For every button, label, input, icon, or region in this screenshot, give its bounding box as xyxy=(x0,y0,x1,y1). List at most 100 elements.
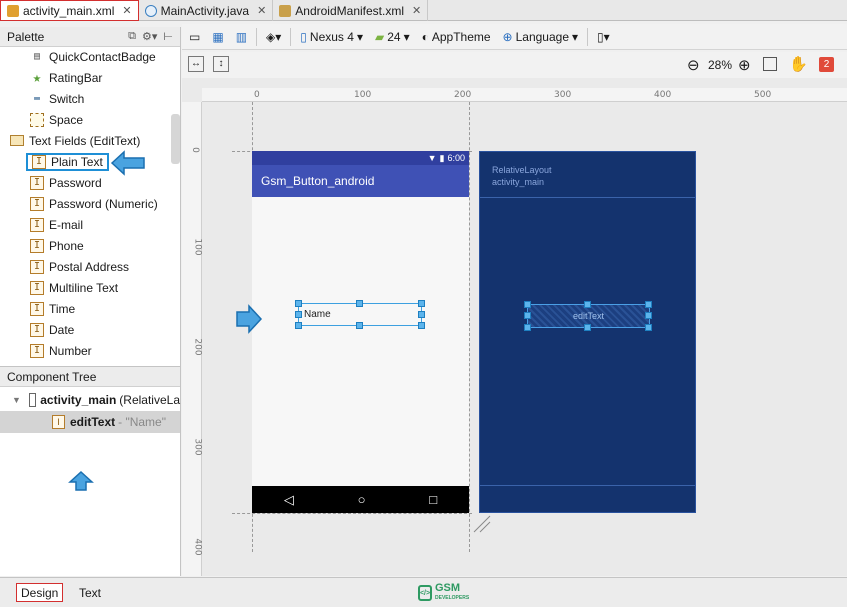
status-time: 6:00 xyxy=(447,153,465,163)
palette-item-time[interactable]: I Time xyxy=(30,298,180,319)
switch-icon: ▬ xyxy=(33,93,41,104)
zoom-toolbar: ↔ ↕ ⊖ 28% ⊕ ✋ 2 xyxy=(182,52,847,78)
close-icon[interactable]: ✕ xyxy=(122,4,131,17)
tree-node-name: activity_main xyxy=(40,393,117,407)
palette-item-ratingbar[interactable]: ★ RatingBar xyxy=(30,67,180,88)
java-class-icon xyxy=(144,4,157,17)
pan-hand-icon[interactable]: ✋ xyxy=(789,55,808,73)
tree-row-activity-main[interactable]: ▼ activity_main (RelativeLa xyxy=(0,389,180,411)
expand-triangle-icon[interactable]: ▼ xyxy=(12,395,21,405)
resize-handle[interactable] xyxy=(295,300,302,307)
palette-group-text-fields[interactable]: Text Fields (EditText) xyxy=(10,130,180,151)
resize-handle[interactable] xyxy=(645,312,652,319)
api-dropdown[interactable]: ▰ 24 ▾ xyxy=(372,27,413,47)
relative-layout-icon xyxy=(28,393,37,407)
component-tree-panel: Component Tree ▼ activity_main (Relative… xyxy=(0,366,180,576)
resize-handle[interactable] xyxy=(584,301,591,308)
palette-item-plain-text[interactable]: I Plain Text xyxy=(26,151,180,172)
device-frame-dropdown[interactable]: ▯▾ xyxy=(594,27,613,47)
editor-tab-bar: activity_main.xml ✕ MainActivity.java ✕ … xyxy=(0,0,847,21)
palette-item-password[interactable]: I Password xyxy=(30,172,180,193)
expand-vertical-icon[interactable]: ↕ xyxy=(213,56,229,72)
blueprint-view-icon[interactable]: ▦ xyxy=(209,27,226,47)
resize-handle[interactable] xyxy=(524,301,531,308)
palette-item-email[interactable]: I E-mail xyxy=(30,214,180,235)
tab-activity-main[interactable]: activity_main.xml ✕ xyxy=(0,0,139,21)
palette-item-label: Password xyxy=(49,175,102,190)
resize-handle[interactable] xyxy=(295,322,302,329)
language-dropdown[interactable]: ⊕ Language ▾ xyxy=(500,27,581,47)
tab-android-manifest[interactable]: AndroidManifest.xml ✕ xyxy=(273,0,429,21)
palette-item-password-numeric[interactable]: I Password (Numeric) xyxy=(30,193,180,214)
resize-handle[interactable] xyxy=(356,322,363,329)
text-field-icon: I xyxy=(32,154,46,169)
palette-group-label: Text Fields (EditText) xyxy=(29,133,141,148)
device-label: Nexus 4 xyxy=(309,29,354,44)
palette-item-quickcontactbadge[interactable]: ▤ QuickContactBadge xyxy=(30,47,180,67)
design-view-screen[interactable]: ▼ ▮ 6:00 Gsm_Button_android Name ◁ ○ □ xyxy=(252,151,469,513)
palette-header: Palette ⧉ ⚙▾ ⊢ xyxy=(0,27,180,47)
both-views-icon[interactable]: ▥ xyxy=(233,27,250,47)
palette-item-label: E-mail xyxy=(49,217,84,232)
close-icon[interactable]: ✕ xyxy=(412,4,421,17)
gear-icon[interactable]: ⚙▾ xyxy=(142,30,157,43)
close-icon[interactable]: ✕ xyxy=(257,4,266,17)
blueprint-view-screen[interactable]: RelativeLayout activity_main editText xyxy=(479,151,696,513)
folder-icon xyxy=(10,135,24,146)
fit-screen-icon[interactable] xyxy=(763,57,777,71)
palette-item-number[interactable]: I Number xyxy=(30,340,180,361)
theme-icon: ◐ xyxy=(421,29,429,44)
text-field-icon: I xyxy=(30,322,44,337)
palette-item-space[interactable]: Space xyxy=(30,109,180,130)
zoom-out-icon[interactable]: ⊖ xyxy=(687,56,700,74)
warnings-badge[interactable]: 2 xyxy=(819,57,834,72)
tab-text-label: Text xyxy=(79,585,102,600)
star-icon: ★ xyxy=(32,69,42,86)
wifi-icon: ▼ xyxy=(427,153,437,163)
layout-xml-icon xyxy=(7,4,19,17)
resize-handle[interactable] xyxy=(295,311,302,318)
palette-item-date[interactable]: I Date xyxy=(30,319,180,340)
resize-corner-icon[interactable] xyxy=(472,514,492,534)
design-view-icon[interactable]: ▭ xyxy=(186,27,203,47)
tab-main-activity[interactable]: MainActivity.java ✕ xyxy=(139,0,274,21)
ruler-label: 0 xyxy=(254,90,260,100)
resize-handle[interactable] xyxy=(418,322,425,329)
zoom-in-icon[interactable]: ⊕ xyxy=(738,56,751,74)
left-panel: Palette ⧉ ⚙▾ ⊢ ▤ QuickContactBadge ★ Rat… xyxy=(0,27,181,576)
palette-item-label: Phone xyxy=(49,238,84,253)
tab-design[interactable]: Design xyxy=(16,583,64,602)
text-field-icon: I xyxy=(30,238,44,253)
orientation-icon[interactable]: ◈▾ xyxy=(263,27,284,47)
palette-item-label: Date xyxy=(49,322,75,337)
tab-text[interactable]: Text xyxy=(75,583,105,602)
blueprint-divider xyxy=(480,485,695,486)
palette-item-phone[interactable]: I Phone xyxy=(30,235,180,256)
resize-handle[interactable] xyxy=(645,301,652,308)
recents-icon: □ xyxy=(429,492,438,507)
tree-row-edittext[interactable]: I editText - "Name" xyxy=(0,411,180,433)
chevron-down-icon: ▾ xyxy=(403,29,410,44)
device-dropdown[interactable]: ▯ Nexus 4 ▾ xyxy=(297,27,366,47)
resize-handle[interactable] xyxy=(524,312,531,319)
expand-horizontal-icon[interactable]: ↔ xyxy=(188,56,204,72)
resize-handle[interactable] xyxy=(356,300,363,307)
ruler-label: 300 xyxy=(554,90,572,100)
design-canvas[interactable]: 0 100 200 300 400 500 0 100 200 300 400 … xyxy=(182,78,847,576)
palette-item-switch[interactable]: ▬ Switch xyxy=(30,88,180,109)
palette-item-multiline-text[interactable]: I Multiline Text xyxy=(30,277,180,298)
gsm-developers-logo: </> GSM DEVELOPERS xyxy=(418,583,469,603)
resize-handle[interactable] xyxy=(418,311,425,318)
bottom-bar: Design Text </> GSM DEVELOPERS xyxy=(0,577,847,607)
divider xyxy=(256,27,258,46)
resize-handle[interactable] xyxy=(645,324,652,331)
chevron-down-icon: ▾ xyxy=(572,29,579,44)
palette-item-postal-address[interactable]: I Postal Address xyxy=(30,256,180,277)
resize-handle[interactable] xyxy=(524,324,531,331)
hide-panel-icon[interactable]: ⊢ xyxy=(163,30,173,43)
resize-handle[interactable] xyxy=(584,324,591,331)
resize-handle[interactable] xyxy=(418,300,425,307)
palette-scrollbar[interactable] xyxy=(171,114,180,164)
restore-icon[interactable]: ⧉ xyxy=(128,30,136,43)
theme-dropdown[interactable]: ◐ AppTheme xyxy=(419,27,494,47)
